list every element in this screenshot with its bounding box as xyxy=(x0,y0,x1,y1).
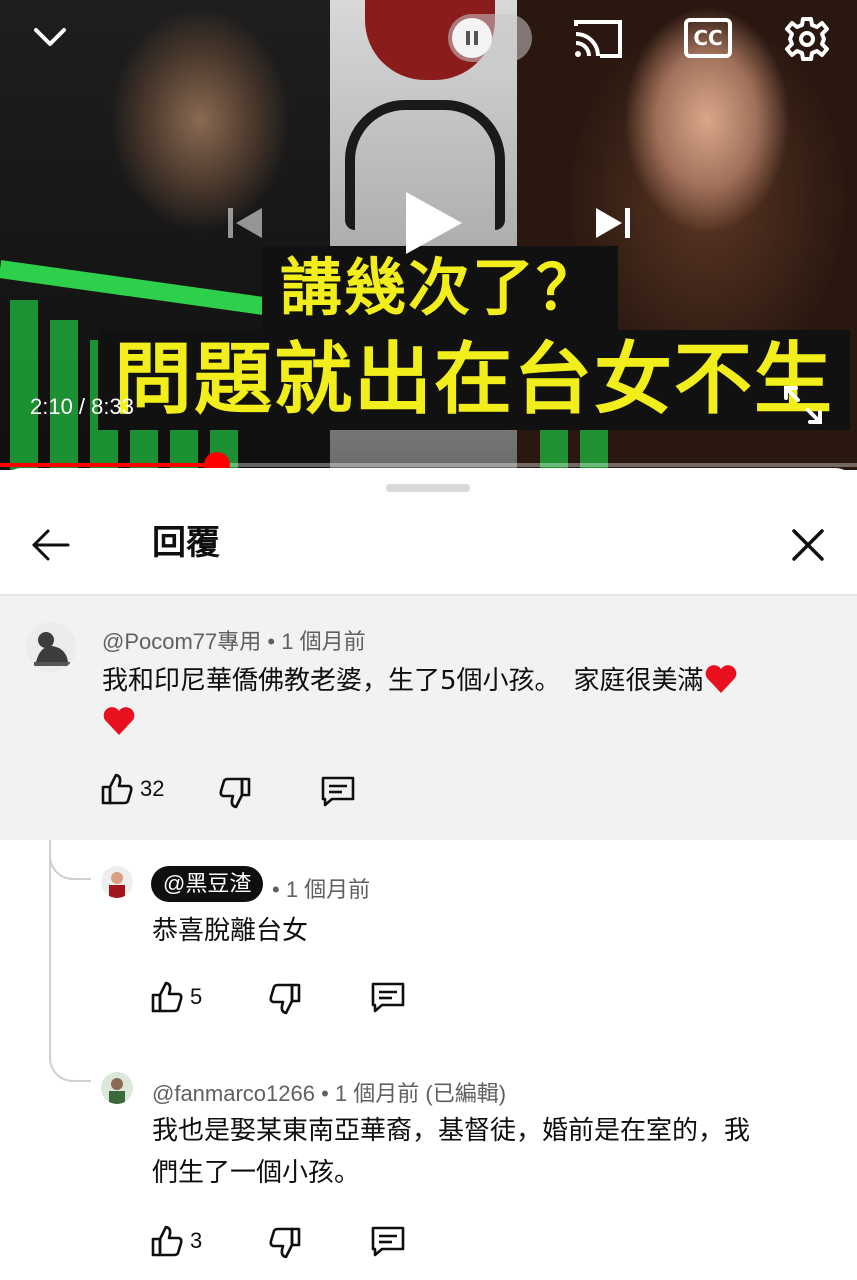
next-icon[interactable] xyxy=(590,200,636,246)
close-icon[interactable] xyxy=(788,525,828,565)
reply-icon xyxy=(371,1226,405,1257)
comment-author[interactable]: @Pocom77專用 xyxy=(102,629,261,654)
progress-fill xyxy=(0,463,217,467)
reply-meta: @fanmarco1266 • 1 個月前 (已編輯) xyxy=(152,1076,506,1108)
sheet-drag-handle[interactable] xyxy=(386,484,470,492)
thread-connector xyxy=(49,846,91,880)
play-icon[interactable] xyxy=(400,188,466,258)
heart-emoji-icon xyxy=(704,665,738,696)
heart-emoji-icon xyxy=(102,707,136,738)
sheet-header: 回覆 xyxy=(0,498,857,594)
parent-comment: @Pocom77專用 • 1 個月前 我和印尼華僑佛教老婆，生了5個小孩。 家庭… xyxy=(0,596,857,840)
chevron-down-icon[interactable] xyxy=(30,20,70,56)
like-count: 5 xyxy=(190,984,203,1009)
previous-icon[interactable] xyxy=(222,200,268,246)
avatar[interactable] xyxy=(101,866,133,898)
reply-button[interactable] xyxy=(370,980,406,1014)
video-player[interactable]: 講幾次了？ 問題就出在台女不生 CC 2:10 / 8:33 xyxy=(0,0,857,470)
like-count: 3 xyxy=(190,1228,203,1253)
thumbs-down-icon xyxy=(269,983,301,1015)
progress-bar[interactable] xyxy=(0,452,857,470)
reply-author[interactable]: @fanmarco1266 xyxy=(152,1081,315,1106)
thumbs-up-icon xyxy=(101,773,133,805)
dislike-button[interactable] xyxy=(268,1226,302,1260)
gear-icon[interactable] xyxy=(784,16,830,62)
dislike-button[interactable] xyxy=(218,776,252,810)
cc-icon[interactable]: CC xyxy=(684,18,732,58)
replies-sheet: 回覆 @Pocom77專用 • 1 個月前 我和印尼華僑佛教老婆，生了5個小孩。… xyxy=(0,468,857,1280)
reply-icon xyxy=(321,776,355,807)
reply-time: • 1 個月前 (已編輯) xyxy=(321,1081,507,1106)
like-button[interactable]: 3 xyxy=(150,1224,202,1258)
comment-time: • 1 個月前 xyxy=(267,629,366,654)
autoplay-toggle[interactable] xyxy=(448,14,532,62)
comment-text: 我和印尼華僑佛教老婆，生了5個小孩。 家庭很美滿 xyxy=(102,660,802,744)
thumbnail-caption-line1: 講幾次了？ xyxy=(262,246,619,330)
reply-time: • 1 個月前 xyxy=(272,877,371,902)
fullscreen-icon[interactable] xyxy=(782,384,824,426)
thread-connector xyxy=(49,1046,91,1082)
time-display: 2:10 / 8:33 xyxy=(30,394,134,419)
avatar[interactable] xyxy=(101,1072,133,1104)
avatar[interactable] xyxy=(26,622,76,672)
dislike-button[interactable] xyxy=(268,982,302,1016)
like-button[interactable]: 32 xyxy=(100,772,164,806)
reply-author-highlighted[interactable]: @黑豆渣 xyxy=(151,866,264,902)
thumbs-down-icon xyxy=(269,1227,301,1259)
cast-icon[interactable] xyxy=(572,18,624,60)
reply-text: 恭喜脫離台女 xyxy=(152,916,309,946)
thumbs-down-icon xyxy=(219,777,251,809)
comment-meta: @Pocom77專用 • 1 個月前 xyxy=(102,624,366,656)
reply-button[interactable] xyxy=(370,1224,406,1258)
thumbs-up-icon xyxy=(151,1225,183,1257)
sheet-title: 回覆 xyxy=(152,523,220,563)
thumbs-up-icon xyxy=(151,981,183,1013)
pause-icon xyxy=(452,18,492,58)
like-count: 32 xyxy=(140,776,165,801)
reply-button[interactable] xyxy=(320,774,356,808)
reply-icon xyxy=(371,982,405,1013)
back-arrow-icon[interactable] xyxy=(30,524,72,566)
thread-line xyxy=(49,880,51,1052)
reply-text: 我也是娶某東南亞華裔，基督徒，婚前是在室的，我 們生了一個小孩。 xyxy=(152,1116,751,1188)
like-button[interactable]: 5 xyxy=(150,980,202,1014)
thumbnail-caption-line2: 問題就出在台女不生 xyxy=(98,330,851,430)
